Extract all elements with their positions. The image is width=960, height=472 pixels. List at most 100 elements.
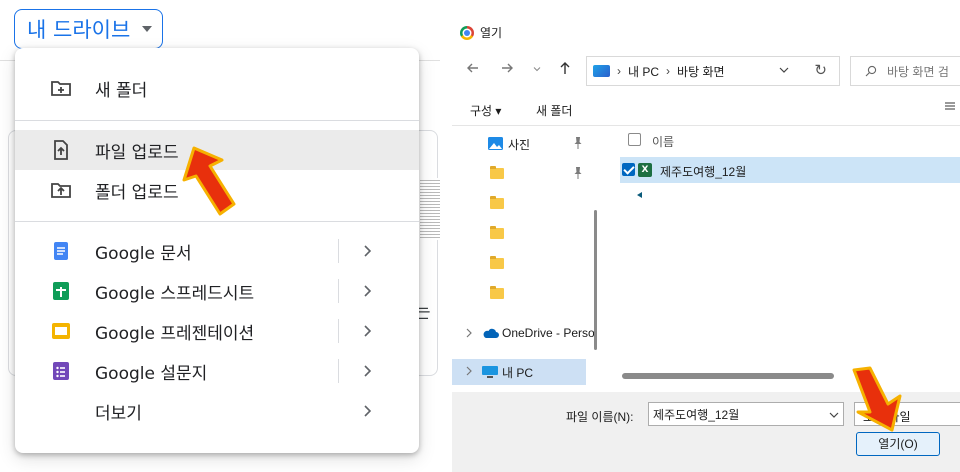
google-drive-panel: 내 드라이브 는 새 폴더 파일 업로드 폴더 업로드 Google 문서 Go… — [0, 0, 440, 472]
nav-item-label: OneDrive - Perso — [502, 326, 595, 340]
menu-item-google-slides[interactable]: Google 프레젠테이션 — [15, 311, 419, 351]
new-item-menu: 새 폴더 파일 업로드 폴더 업로드 Google 문서 Google 스프레드… — [15, 48, 419, 453]
search-placeholder: 바탕 화면 검 — [887, 64, 949, 79]
file-list: 이름 X 제주도여행_12월 — [604, 127, 960, 389]
search-box[interactable]: 바탕 화면 검 — [850, 56, 960, 86]
submenu-separator — [338, 239, 339, 263]
folder-icon — [490, 226, 504, 239]
chevron-right-icon — [364, 365, 372, 377]
my-drive-button[interactable]: 내 드라이브 — [14, 9, 164, 49]
file-checkbox[interactable] — [622, 163, 635, 176]
chevron-right-icon — [364, 285, 372, 297]
filename-value: 제주도여행_12월 — [653, 407, 740, 422]
breadcrumb-item[interactable]: 내 PC — [628, 63, 659, 80]
submenu-separator — [338, 319, 339, 343]
file-upload-icon — [54, 140, 68, 160]
dialog-toolbar: 구성 ▾ 새 폴더 — [452, 92, 960, 126]
submenu-separator — [338, 359, 339, 383]
filename-input[interactable]: 제주도여행_12월 — [648, 402, 844, 426]
open-file-dialog: 열기 › 내 PC › 바탕 화면 ↻ 바탕 화면 검 구성 ▾ 새 폴더 사진… — [452, 0, 960, 472]
new-folder-icon — [51, 81, 71, 96]
google-slides-icon — [52, 323, 70, 339]
my-drive-label: 내 드라이브 — [27, 18, 131, 42]
dialog-title-bar: 열기 — [460, 24, 502, 41]
menu-item-label: 더보기 — [95, 403, 142, 424]
up-button[interactable] — [554, 60, 576, 82]
menu-item-label: Google 스프레드시트 — [95, 283, 255, 304]
chevron-down-icon — [142, 26, 153, 32]
nav-pane-scrollbar[interactable] — [594, 210, 597, 350]
pin-icon — [574, 167, 582, 179]
onedrive-icon — [483, 328, 499, 338]
menu-item-label: 새 폴더 — [95, 80, 148, 101]
menu-item-google-sheets[interactable]: Google 스프레드시트 — [15, 271, 419, 311]
nav-item-this-pc[interactable]: 내 PC — [452, 359, 586, 385]
filename-label: 파일 이름(N): — [566, 410, 634, 424]
nav-item-photos[interactable]: 사진 — [452, 131, 602, 157]
screen: 내 드라이브 는 새 폴더 파일 업로드 폴더 업로드 Google 문서 Go… — [0, 0, 960, 472]
chevron-right-icon[interactable] — [464, 327, 474, 339]
menu-item-label: 파일 업로드 — [95, 142, 179, 163]
nav-item-folder[interactable] — [452, 251, 602, 277]
address-bar[interactable]: › 내 PC › 바탕 화면 ↻ — [586, 56, 840, 86]
back-button[interactable] — [462, 60, 484, 82]
photos-icon — [488, 137, 503, 150]
menu-item-new-folder[interactable]: 새 폴더 — [15, 68, 419, 108]
menu-divider — [15, 120, 419, 121]
menu-item-google-docs[interactable]: Google 문서 — [15, 231, 419, 271]
chevron-right-icon — [364, 325, 372, 337]
column-name-label: 이름 — [652, 135, 675, 149]
arrow-left-icon — [467, 63, 478, 73]
menu-item-more[interactable]: 더보기 — [15, 391, 419, 431]
menu-item-label: 폴더 업로드 — [95, 182, 179, 203]
nav-item-onedrive[interactable]: OneDrive - Perso — [452, 321, 602, 347]
chevron-down-icon — [533, 67, 541, 72]
pc-icon — [482, 366, 498, 378]
menu-item-label: Google 설문지 — [95, 363, 208, 384]
google-sheets-icon — [53, 282, 69, 300]
organize-button[interactable]: 구성 ▾ — [470, 102, 501, 119]
excel-icon: X — [638, 163, 652, 177]
arrow-up-icon — [560, 62, 570, 74]
chevron-right-icon — [364, 405, 372, 417]
open-button[interactable]: 열기(O) — [856, 432, 940, 456]
pointer-arrow-icon — [182, 146, 236, 216]
arrow-right-icon — [502, 63, 513, 73]
dialog-title: 열기 — [480, 26, 503, 40]
folder-upload-icon — [51, 183, 71, 198]
new-folder-button[interactable]: 새 폴더 — [536, 102, 572, 119]
folder-icon — [490, 256, 504, 269]
breadcrumb-item[interactable]: 바탕 화면 — [677, 63, 725, 80]
menu-item-google-forms[interactable]: Google 설문지 — [15, 351, 419, 391]
file-name: 제주도여행_12월 — [660, 165, 747, 179]
nav-item-folder[interactable] — [452, 161, 602, 187]
select-all-checkbox[interactable] — [628, 133, 641, 146]
refresh-icon[interactable]: ↻ — [814, 61, 827, 79]
forward-button[interactable] — [496, 60, 518, 82]
recent-locations-button[interactable] — [526, 60, 548, 82]
nav-item-folder[interactable] — [452, 281, 602, 307]
submenu-separator — [338, 279, 339, 303]
google-forms-icon — [53, 362, 69, 380]
menu-item-label: Google 프레젠테이션 — [95, 323, 255, 344]
folder-icon — [490, 166, 504, 179]
chevron-right-icon — [364, 245, 372, 257]
nav-item-folder[interactable] — [452, 191, 602, 217]
menu-divider — [15, 221, 419, 222]
nav-item-label: 내 PC — [502, 366, 534, 380]
nav-item-folder[interactable] — [452, 221, 602, 247]
column-header-name[interactable]: 이름 — [604, 127, 960, 153]
pc-icon — [593, 65, 610, 77]
view-options-icon[interactable] — [944, 100, 956, 112]
file-row-selected[interactable]: X 제주도여행_12월 — [620, 157, 960, 183]
chevron-down-icon[interactable] — [829, 410, 839, 420]
navigation-pane: 사진 OneDrive - Perso 내 PC — [452, 127, 602, 389]
google-docs-icon — [54, 242, 68, 260]
chevron-right-icon[interactable] — [464, 365, 474, 377]
cursor-icon — [637, 192, 642, 198]
nav-item-label: 사진 — [508, 138, 531, 152]
file-list-scrollbar[interactable] — [622, 373, 834, 379]
chevron-down-icon[interactable] — [779, 65, 789, 75]
background-thumbnail — [420, 178, 440, 240]
breadcrumb-separator: › — [666, 64, 671, 78]
